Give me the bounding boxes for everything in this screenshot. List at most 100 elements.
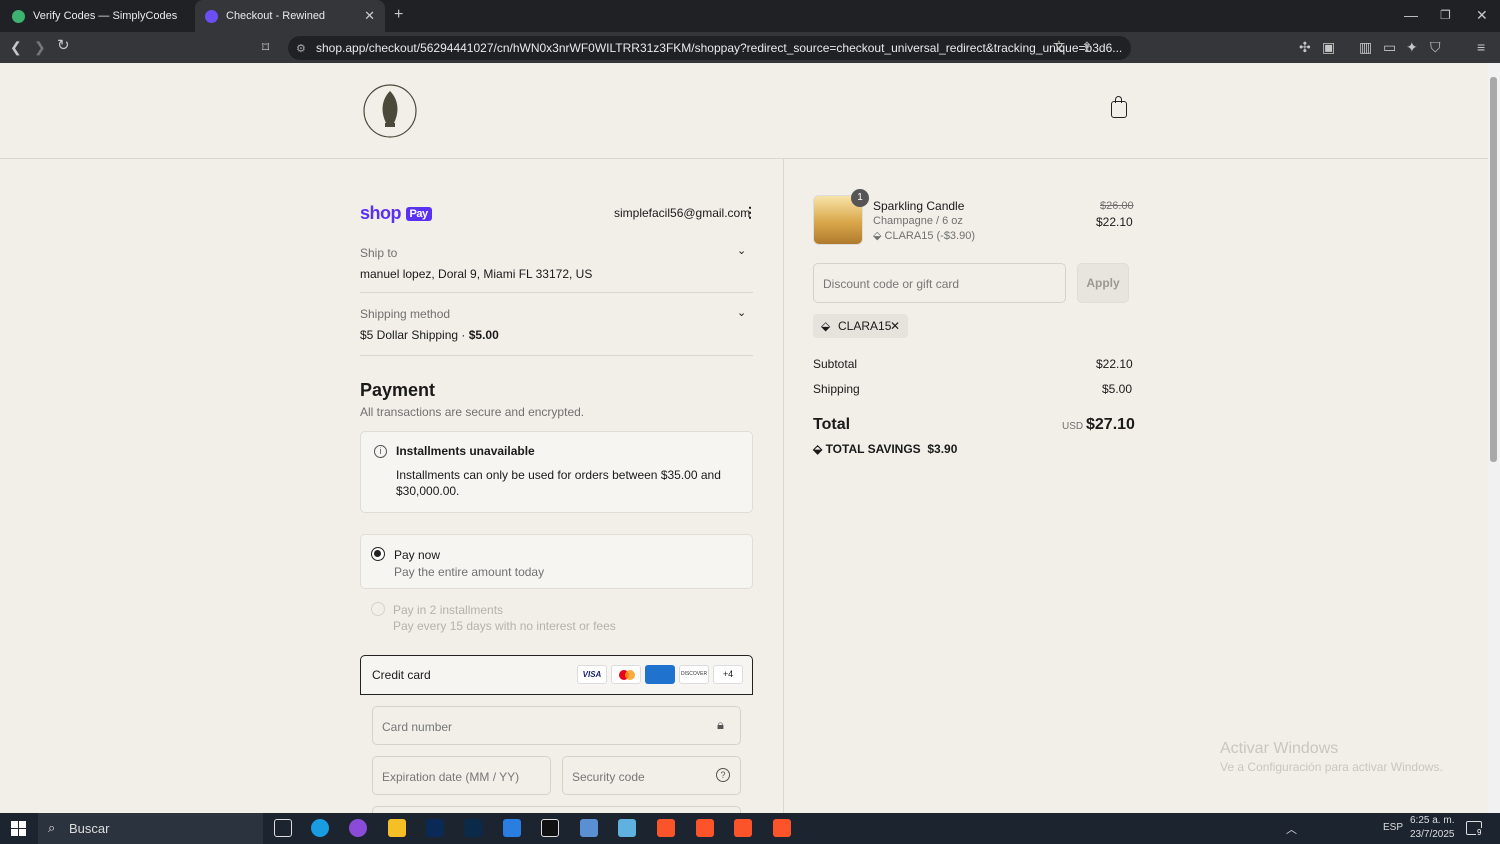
product-name: Sparkling Candle [873, 199, 965, 213]
page-scrollbar[interactable] [1488, 63, 1500, 813]
expiration-field[interactable]: Expiration date (MM / YY) [372, 756, 551, 795]
brave-icon[interactable] [773, 819, 791, 837]
puzzle-icon[interactable]: ✣ [1299, 40, 1311, 54]
visa-icon: VISA [577, 665, 607, 684]
discover-icon: DISCOVER [679, 665, 709, 684]
browser-tab-bar: Verify Codes — SimplyCodes Checkout - Re… [0, 0, 1500, 32]
mastercard-icon [611, 665, 641, 684]
minimize-icon[interactable]: — [1404, 8, 1418, 22]
apply-button[interactable]: Apply [1077, 263, 1129, 303]
security-code-field[interactable]: Security code ? [562, 756, 741, 795]
clock-date[interactable]: 23/7/2025 [1410, 829, 1455, 840]
clock-time[interactable]: 6:25 a. m. [1410, 815, 1454, 826]
capture-icon[interactable]: ▣ [1322, 40, 1335, 54]
pay-installments-sub: Pay every 15 days with no interest or fe… [393, 619, 616, 633]
bookmark-icon[interactable]: ⌑ [262, 40, 269, 54]
installments-title: Installments unavailable [396, 444, 535, 458]
scrollbar-thumb[interactable] [1490, 77, 1497, 462]
tray-chevron-icon[interactable]: ︿ [1286, 821, 1297, 837]
forward-icon[interactable]: ❯ [34, 40, 46, 54]
savings-value: $3.90 [927, 442, 958, 456]
simplycodes-icon [12, 9, 25, 23]
pay-installments-radio[interactable] [371, 602, 385, 616]
shop-pay-badge: Pay [405, 207, 432, 221]
wallet-icon[interactable]: ▭ [1383, 40, 1396, 54]
lock-icon: 🔒︎ [717, 717, 724, 732]
restore-icon[interactable]: ❐ [1440, 8, 1451, 22]
photoshop-icon[interactable] [465, 819, 483, 837]
pay-now-label: Pay now [394, 548, 441, 562]
product-old-price: $26.00 [1100, 200, 1134, 212]
shop-pay-logo: shop Pay [360, 203, 432, 224]
shipping-method-name: $5 Dollar Shipping · [360, 328, 469, 342]
credit-card-option[interactable]: Credit card VISA DISCOVER +4 [360, 655, 753, 695]
back-icon[interactable]: ❮ [10, 40, 22, 54]
quantity-badge: 1 [851, 189, 869, 207]
notification-count: 9 [1476, 828, 1483, 837]
app-icon[interactable] [580, 819, 598, 837]
brave-icon[interactable] [696, 819, 714, 837]
name-on-card-field[interactable] [372, 806, 741, 813]
close-window-icon[interactable]: ✕ [1476, 8, 1488, 22]
pay-now-option[interactable]: Pay now Pay the entire amount today [360, 534, 753, 589]
task-view-icon[interactable] [274, 819, 292, 837]
brave-icon[interactable] [734, 819, 752, 837]
menu-icon[interactable]: ≡ [1477, 40, 1485, 54]
translate-icon[interactable]: 文 [1053, 40, 1065, 54]
language-indicator[interactable]: ESP [1383, 822, 1403, 833]
shipping-method-chevron-icon[interactable]: ⌄ [737, 306, 746, 319]
ship-to-chevron-icon[interactable]: ⌄ [737, 244, 746, 257]
divider [360, 355, 753, 356]
windows-start-icon[interactable] [11, 821, 26, 836]
search-placeholder: Buscar [69, 821, 110, 836]
remove-code-icon[interactable]: ✕ [890, 314, 900, 338]
sidebar-icon[interactable]: ▥ [1359, 40, 1372, 54]
installments-notice: i Installments unavailable Installments … [360, 431, 753, 513]
shipping-method-label: Shipping method [360, 307, 451, 321]
new-tab-icon[interactable]: + [394, 7, 403, 23]
tab-title: Checkout - Rewined [226, 10, 326, 22]
close-tab-icon[interactable]: ✕ [364, 8, 375, 24]
share-icon[interactable]: ⇪ [1081, 40, 1093, 54]
total-currency: USD [1062, 421, 1084, 432]
shopping-bag-icon[interactable] [1111, 96, 1127, 118]
shipping-value: $5.00 [1102, 382, 1133, 396]
help-icon[interactable]: ? [716, 768, 730, 782]
tab-verify-codes[interactable]: Verify Codes — SimplyCodes [2, 0, 192, 32]
payment-subtitle: All transactions are secure and encrypte… [360, 405, 585, 419]
product-discount: ⬙ CLARA15 (-$3.90) [873, 229, 975, 242]
site-info-icon[interactable]: ⚙ [296, 42, 306, 55]
lightroom-icon[interactable] [426, 819, 444, 837]
amex-icon [645, 665, 675, 684]
store-logo[interactable] [360, 77, 420, 143]
shipping-method-value: $5 Dollar Shipping · $5.00 [360, 328, 499, 342]
copilot-icon[interactable] [349, 819, 367, 837]
taskbar-search[interactable]: ⌕ Buscar [38, 813, 263, 844]
brave-icon[interactable] [657, 819, 675, 837]
pay-now-radio[interactable] [371, 547, 385, 561]
reload-icon[interactable]: ↻ [57, 38, 70, 53]
notepad-icon[interactable] [618, 819, 636, 837]
payment-title: Payment [360, 380, 436, 400]
more-options-icon[interactable]: ⋮ [743, 204, 757, 221]
store-icon[interactable] [503, 819, 521, 837]
card-number-field[interactable]: Card number 🔒︎ [372, 706, 741, 745]
subtotal-label: Subtotal [813, 357, 858, 371]
divider [360, 292, 753, 293]
security-code-placeholder: Security code [572, 770, 645, 784]
edge-icon[interactable] [311, 819, 329, 837]
tab-checkout[interactable]: Checkout - Rewined ✕ [195, 0, 385, 32]
vpn-shield-icon[interactable]: ⛉ [1430, 40, 1441, 54]
account-email: simplefacil56@gmail.com [614, 206, 751, 220]
product-variant: Champagne / 6 oz [873, 215, 963, 227]
capcut-icon[interactable] [541, 819, 559, 837]
url-bar[interactable]: ⚙ shop.app/checkout/56294441027/cn/hWN0x… [288, 36, 1131, 60]
activate-windows-title: Activar Windows [1220, 740, 1339, 757]
subtotal-value: $22.10 [1096, 357, 1133, 371]
leo-icon[interactable]: ✦ [1406, 40, 1418, 54]
applied-code-chip: ⬙ CLARA15 ✕ [813, 314, 908, 338]
card-number-placeholder: Card number [382, 720, 453, 734]
discount-code-field[interactable]: Discount code or gift card [813, 263, 1066, 303]
file-explorer-icon[interactable] [388, 819, 406, 837]
installments-text-1: Installments can only be used for orders… [396, 468, 721, 482]
